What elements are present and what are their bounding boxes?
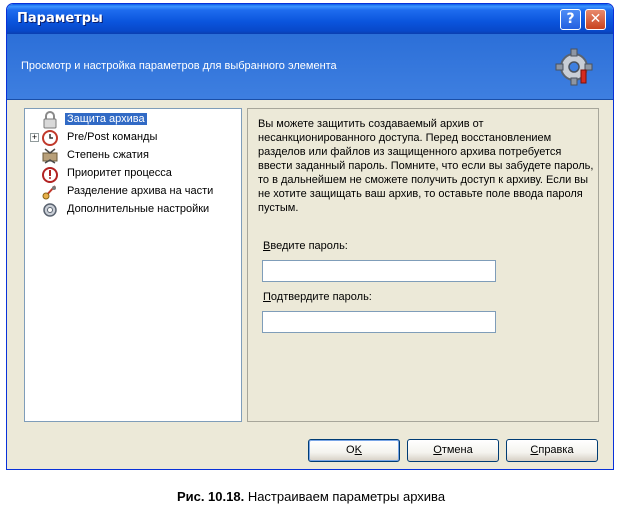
dialog-header: Просмотр и настройка параметров для выбр…: [7, 34, 613, 100]
split-icon: [42, 185, 56, 200]
password-label-rest: ведите пароль:: [270, 240, 348, 252]
tree-item-label: Pre/Post команды: [67, 131, 158, 143]
tree-item-archive-protection[interactable]: Защита архива: [29, 111, 239, 129]
confirm-label-rest: одтвердите пароль:: [270, 291, 372, 303]
tree-item-split-archive[interactable]: Разделение архива на части: [29, 183, 239, 201]
help-button[interactable]: Справка: [506, 439, 598, 462]
confirm-password-label: Подтвердите пароль:: [263, 291, 372, 303]
figure-caption: Рис. 10.18. Настраиваем параметры архива: [0, 489, 622, 504]
tree-item-label: Разделение архива на части: [67, 185, 214, 197]
ok-label-u: K: [354, 444, 362, 456]
dialog-window: Параметры ? ✕ Просмотр и настройка парам…: [6, 3, 614, 470]
window-title: Параметры: [17, 11, 103, 26]
clock-icon: [42, 130, 58, 146]
help-icon[interactable]: ?: [560, 9, 581, 30]
tree-item-label: Приоритет процесса: [67, 167, 172, 179]
password-label: Введите пароль:: [263, 240, 348, 252]
expand-icon[interactable]: +: [30, 133, 39, 142]
close-icon[interactable]: ✕: [585, 9, 606, 30]
tree-item-label: Дополнительные настройки: [67, 203, 210, 215]
settings-tree[interactable]: Защита архива + Pre/Post команды Степень…: [24, 108, 242, 422]
tree-item-advanced-settings[interactable]: Дополнительные настройки: [29, 201, 239, 219]
help-label-rest: правка: [538, 444, 574, 456]
cancel-label-key: О: [433, 444, 442, 456]
header-text: Просмотр и настройка параметров для выбр…: [21, 60, 337, 72]
cancel-label-rest: тмена: [441, 444, 473, 456]
title-bar[interactable]: Параметры ? ✕: [7, 4, 613, 34]
description-text: Вы можете защитить создаваемый архив от …: [258, 118, 594, 214]
lock-icon: [43, 111, 57, 129]
confirm-label-key: П: [263, 291, 271, 303]
tree-item-label: Степень сжатия: [67, 149, 149, 161]
tree-item-process-priority[interactable]: Приоритет процесса: [29, 165, 239, 183]
ok-label-a: O: [346, 444, 355, 456]
compress-icon: [42, 148, 58, 164]
password-input[interactable]: [262, 260, 496, 282]
ok-button[interactable]: OK: [308, 439, 400, 462]
caption-number: Рис. 10.18.: [176, 489, 245, 504]
caption-text: Настраиваем параметры архива: [244, 489, 446, 504]
settings-icon: [43, 203, 57, 217]
tree-item-compression-level[interactable]: Степень сжатия: [29, 147, 239, 165]
confirm-password-input[interactable]: [262, 311, 496, 333]
alarm-clock-icon: [42, 167, 58, 183]
gear-icon: [555, 48, 593, 86]
settings-panel: Вы можете защитить создаваемый архив от …: [247, 108, 599, 422]
tree-item-pre-post-commands[interactable]: + Pre/Post команды: [29, 129, 239, 147]
cancel-button[interactable]: Отмена: [407, 439, 499, 462]
tree-item-label: Защита архива: [65, 113, 147, 125]
